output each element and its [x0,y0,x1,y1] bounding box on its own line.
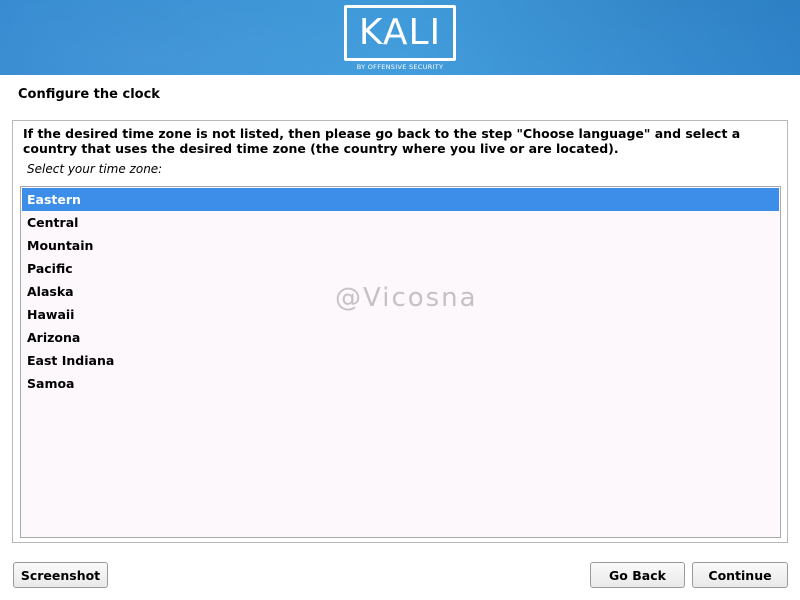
timezone-item-arizona[interactable]: Arizona [22,326,779,349]
timezone-item-pacific[interactable]: Pacific [22,257,779,280]
logo-subtext: BY OFFENSIVE SECURITY [356,63,444,71]
timezone-item-eastern[interactable]: Eastern [22,188,779,211]
timezone-item-mountain[interactable]: Mountain [22,234,779,257]
timezone-item-central[interactable]: Central [22,211,779,234]
timezone-item-alaska[interactable]: Alaska [22,280,779,303]
timezone-prompt: Select your time zone: [27,162,163,176]
instructions-text: If the desired time zone is not listed, … [23,126,741,156]
header-banner: KALI BY OFFENSIVE SECURITY [0,0,800,75]
logo-text: KALI [358,12,442,53]
go-back-button[interactable]: Go Back [590,562,685,588]
timezone-item-east-indiana[interactable]: East Indiana [22,349,779,372]
screenshot-button[interactable]: Screenshot [13,562,108,588]
timezone-list[interactable]: Eastern Central Mountain Pacific Alaska … [20,186,781,538]
timezone-item-samoa[interactable]: Samoa [22,372,779,395]
content-panel: If the desired time zone is not listed, … [12,120,788,543]
timezone-item-hawaii[interactable]: Hawaii [22,303,779,326]
continue-button[interactable]: Continue [692,562,788,588]
kali-logo: KALI [344,5,456,61]
page-title: Configure the clock [18,87,160,102]
